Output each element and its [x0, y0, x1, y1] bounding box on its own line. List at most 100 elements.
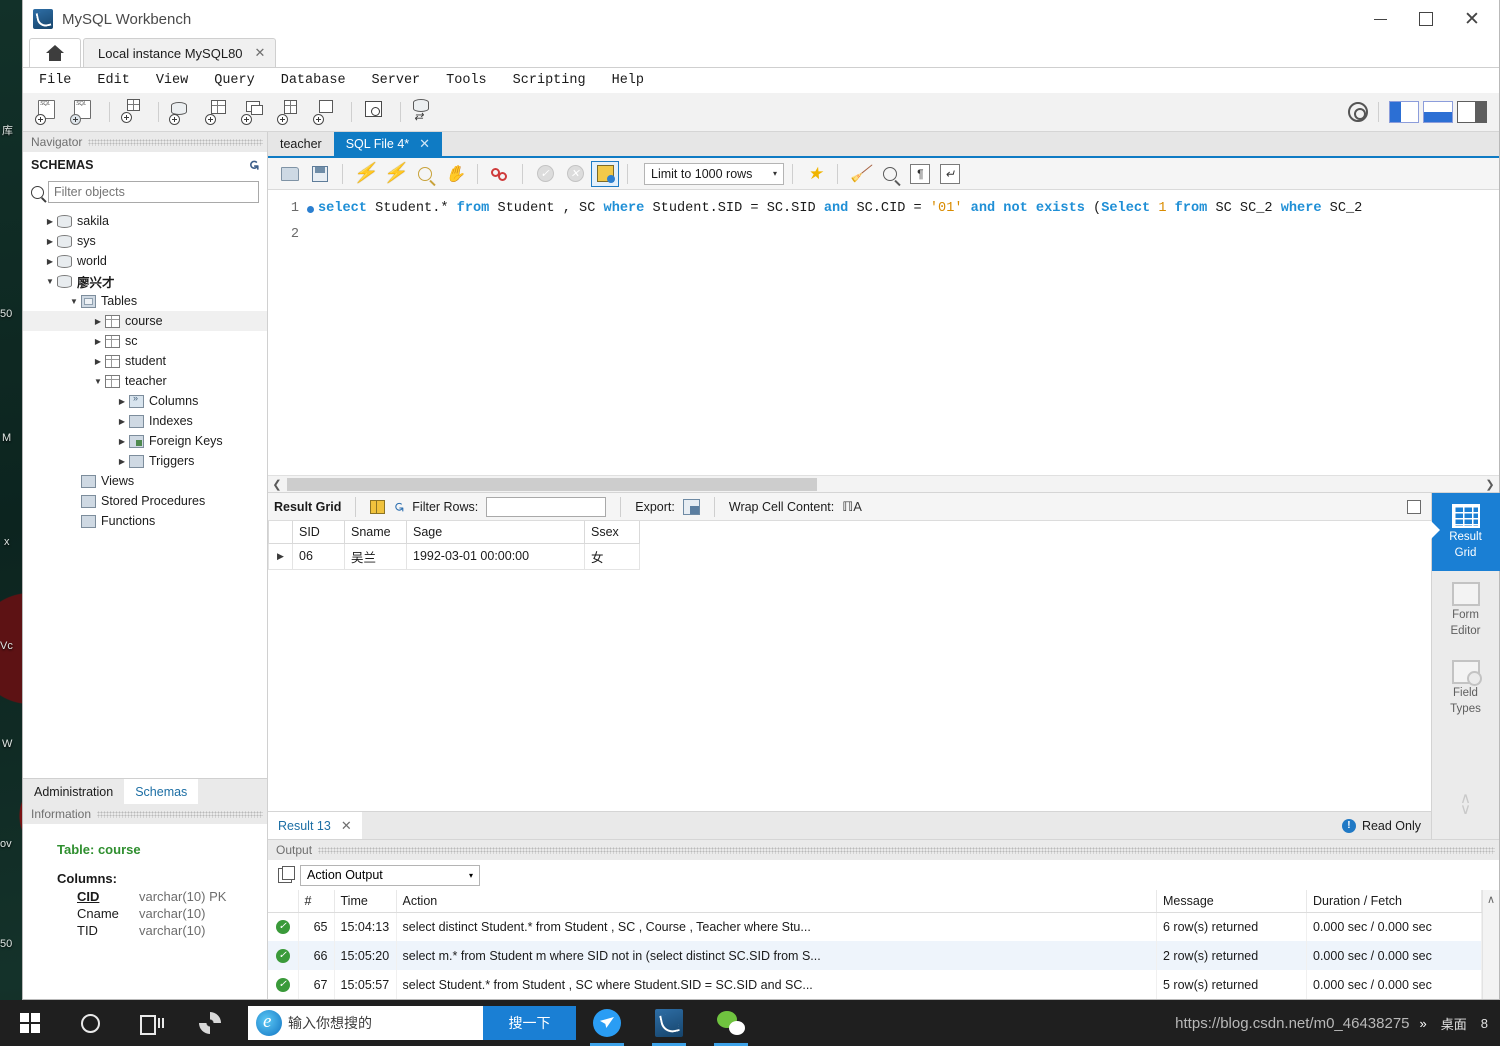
- cell-ssex[interactable]: 女: [584, 542, 640, 570]
- tab-result-13[interactable]: Result 13 ✕: [268, 811, 362, 840]
- close-button[interactable]: ✕: [1449, 4, 1495, 34]
- secondary-sidebar-toggle-icon[interactable]: [1457, 101, 1487, 123]
- close-icon[interactable]: ✕: [255, 45, 266, 61]
- scrollbar-track[interactable]: [284, 477, 1483, 491]
- field-types-button[interactable]: Field Types: [1432, 649, 1500, 727]
- wechat-icon[interactable]: [700, 1000, 762, 1046]
- menu-server[interactable]: Server: [372, 73, 421, 88]
- column-header-sname[interactable]: Sname: [344, 521, 407, 544]
- tree-item-indexes[interactable]: ▶ Indexes: [23, 411, 267, 431]
- chevron-right-icon[interactable]: ▶: [115, 437, 129, 446]
- execute-current-statement-icon[interactable]: ⚡: [381, 161, 409, 187]
- thunder-download-icon[interactable]: [576, 1000, 638, 1046]
- execute-icon[interactable]: ⚡: [351, 161, 379, 187]
- tray-overflow-icon[interactable]: »: [1420, 1016, 1427, 1031]
- tree-item-stored-procedures[interactable]: Stored Procedures: [23, 491, 267, 511]
- close-icon[interactable]: ✕: [341, 818, 352, 834]
- cell-sid[interactable]: 06: [292, 542, 345, 570]
- scroll-right-icon[interactable]: ❯: [1483, 478, 1497, 491]
- wrap-cell-icon[interactable]: ℿA: [842, 499, 862, 515]
- chevron-down-icon[interactable]: ▼: [67, 297, 81, 306]
- chevron-down-icon[interactable]: ▼: [91, 377, 105, 386]
- scroll-left-icon[interactable]: ❮: [270, 478, 284, 491]
- menu-tools[interactable]: Tools: [446, 73, 487, 88]
- chevron-right-icon[interactable]: ▶: [91, 317, 105, 326]
- chevron-right-icon[interactable]: ▶: [91, 357, 105, 366]
- new-stored-procedure-icon[interactable]: [274, 97, 308, 127]
- menu-help[interactable]: Help: [612, 73, 644, 88]
- copy-icon[interactable]: [278, 865, 295, 883]
- show-desktop-label[interactable]: 桌面: [1441, 1014, 1467, 1033]
- output-toggle-icon[interactable]: [1423, 101, 1453, 123]
- minimize-button[interactable]: [1357, 4, 1403, 34]
- save-file-icon[interactable]: [306, 161, 334, 187]
- output-vertical-scrollbar[interactable]: ∧: [1482, 890, 1499, 999]
- column-header-sage[interactable]: Sage: [406, 521, 585, 544]
- explain-icon[interactable]: [411, 161, 439, 187]
- new-view-icon[interactable]: [238, 97, 272, 127]
- cortana-circle-icon[interactable]: [60, 1000, 120, 1046]
- tab-administration[interactable]: Administration: [23, 779, 124, 804]
- scroll-up-icon[interactable]: ∧: [1487, 893, 1495, 999]
- filter-rows-input[interactable]: [486, 496, 607, 517]
- toggle-wrapping-icon[interactable]: ↵: [936, 161, 964, 187]
- chevron-right-icon[interactable]: ▶: [91, 337, 105, 346]
- menu-scripting[interactable]: Scripting: [513, 73, 586, 88]
- menu-view[interactable]: View: [156, 73, 188, 88]
- admin-gear-icon[interactable]: [1348, 102, 1368, 122]
- scrollbar-thumb[interactable]: [287, 477, 817, 491]
- toggle-panel-icon[interactable]: [1407, 499, 1421, 514]
- action-output-table[interactable]: # Time Action Message Duration / Fetch ✓…: [268, 890, 1482, 999]
- search-button[interactable]: 搜一下: [483, 1006, 576, 1040]
- commit-icon[interactable]: ✓: [531, 161, 559, 187]
- connection-info-icon[interactable]: [117, 97, 151, 127]
- limit-rows-dropdown[interactable]: Limit to 1000 rows ▾: [644, 162, 784, 185]
- tree-item-sc[interactable]: ▶ sc: [23, 331, 267, 351]
- chevron-right-icon[interactable]: ▶: [43, 257, 57, 266]
- tab-local-instance-mysql80[interactable]: Local instance MySQL80 ✕: [83, 38, 277, 67]
- tree-item-views[interactable]: Views: [23, 471, 267, 491]
- filter-objects-input[interactable]: [48, 181, 259, 203]
- chevron-right-icon[interactable]: ▶: [115, 397, 129, 406]
- form-editor-button[interactable]: Form Editor: [1432, 571, 1500, 649]
- column-header-ssex[interactable]: Ssex: [584, 521, 640, 544]
- toggle-breakpoint-icon[interactable]: [486, 161, 514, 187]
- menu-database[interactable]: Database: [281, 73, 346, 88]
- new-table-icon[interactable]: [202, 97, 236, 127]
- export-recordset-icon[interactable]: [682, 498, 700, 515]
- result-grid-icon[interactable]: [370, 499, 386, 514]
- tree-item-liaoxingcai[interactable]: ▼ 廖兴才: [23, 271, 267, 291]
- tree-item-tables[interactable]: ▼ Tables: [23, 291, 267, 311]
- close-icon[interactable]: ✕: [419, 136, 430, 152]
- table-row[interactable]: ▶ 06 吴兰 1992-03-01 00:00:00 女: [268, 542, 640, 570]
- chevron-down-icon[interactable]: ∨: [1460, 802, 1471, 817]
- find-icon[interactable]: [876, 161, 904, 187]
- output-row[interactable]: ✓ 67 15:05:57 select Student.* from Stud…: [268, 970, 1482, 999]
- chevron-right-icon[interactable]: ▶: [115, 457, 129, 466]
- tab-schemas[interactable]: Schemas: [124, 779, 199, 804]
- sidebar-toggle-icon[interactable]: [1389, 101, 1419, 123]
- column-header-sid[interactable]: SID: [292, 521, 345, 544]
- mysql-workbench-icon[interactable]: [638, 1000, 700, 1046]
- output-type-dropdown[interactable]: Action Output ▾: [300, 864, 480, 886]
- toggle-invisible-chars-icon[interactable]: ¶: [906, 161, 934, 187]
- open-file-icon[interactable]: [276, 161, 304, 187]
- open-sql-script-icon[interactable]: [68, 97, 102, 127]
- editor-horizontal-scrollbar[interactable]: ❮ ❯: [268, 475, 1499, 492]
- result-grid-button[interactable]: Result Grid: [1430, 493, 1500, 571]
- tree-item-columns[interactable]: ▶ Columns: [23, 391, 267, 411]
- new-function-icon[interactable]: [310, 97, 344, 127]
- tree-item-sys[interactable]: ▶ sys: [23, 231, 267, 251]
- menu-query[interactable]: Query: [214, 73, 255, 88]
- tree-item-sakila[interactable]: ▶ sakila: [23, 211, 267, 231]
- auto-commit-icon[interactable]: [591, 160, 619, 187]
- toggle-snippets-icon[interactable]: ★: [801, 161, 829, 187]
- new-schema-icon[interactable]: [166, 97, 200, 127]
- tree-item-teacher[interactable]: ▼ teacher: [23, 371, 267, 391]
- beautify-sql-icon[interactable]: 🧹: [846, 161, 874, 187]
- output-row[interactable]: ✓ 66 15:05:20 select m.* from Student m …: [268, 941, 1482, 970]
- maximize-button[interactable]: [1403, 4, 1449, 34]
- tree-item-foreign-keys[interactable]: ▶ Foreign Keys: [23, 431, 267, 451]
- cell-sage[interactable]: 1992-03-01 00:00:00: [406, 542, 585, 570]
- result-grid[interactable]: SID Sname Sage Ssex ▶ 06 吴兰 1992-03-01 0: [268, 521, 1431, 811]
